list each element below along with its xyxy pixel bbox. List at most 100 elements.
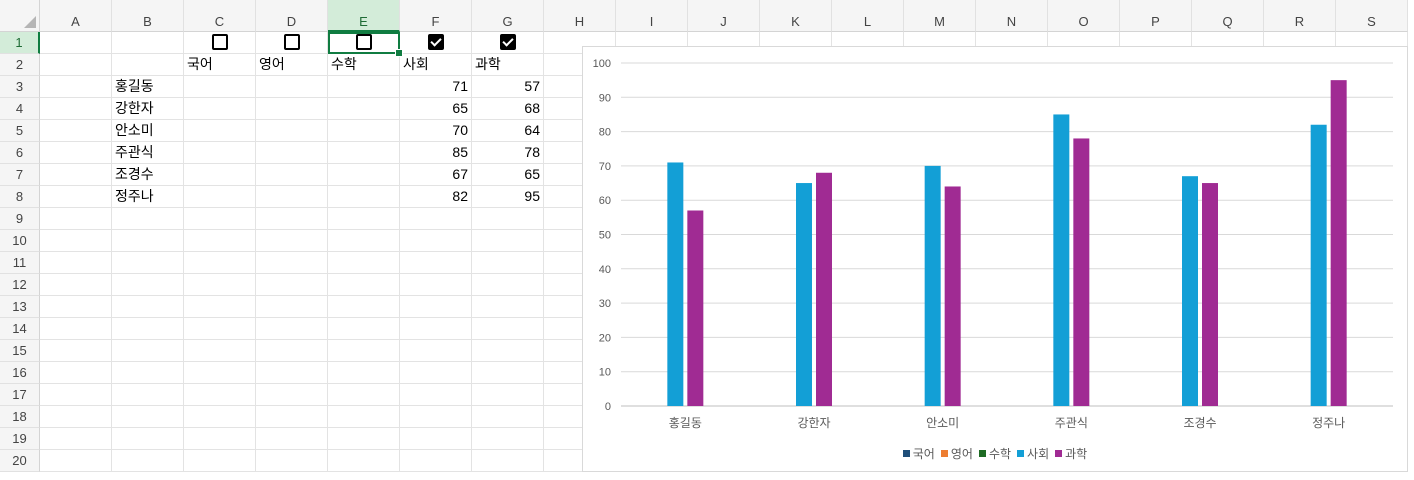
column-header-j[interactable]: J — [688, 0, 760, 32]
cell-c13[interactable] — [184, 296, 256, 318]
cell-a3[interactable] — [40, 76, 112, 98]
cell-c14[interactable] — [184, 318, 256, 340]
cell-b3[interactable]: 홍길동 — [112, 76, 184, 98]
column-header-m[interactable]: M — [904, 0, 976, 32]
row-header-12[interactable]: 12 — [0, 274, 40, 296]
header-cell-c2[interactable]: 국어 — [184, 54, 256, 76]
cell-f14[interactable] — [400, 318, 472, 340]
column-header-p[interactable]: P — [1120, 0, 1192, 32]
cell-d11[interactable] — [256, 252, 328, 274]
cell-c19[interactable] — [184, 428, 256, 450]
cell-f18[interactable] — [400, 406, 472, 428]
cell-b14[interactable] — [112, 318, 184, 340]
cell-b11[interactable] — [112, 252, 184, 274]
cell-e16[interactable] — [328, 362, 400, 384]
cell-e8[interactable] — [328, 186, 400, 208]
cell-d8[interactable] — [256, 186, 328, 208]
cell-e5[interactable] — [328, 120, 400, 142]
cell-g10[interactable] — [472, 230, 544, 252]
cell-b2[interactable] — [112, 54, 184, 76]
cell-a10[interactable] — [40, 230, 112, 252]
row-header-2[interactable]: 2 — [0, 54, 40, 76]
cell-f7[interactable]: 67 — [400, 164, 472, 186]
row-header-4[interactable]: 4 — [0, 98, 40, 120]
row-header-19[interactable]: 19 — [0, 428, 40, 450]
cell-g13[interactable] — [472, 296, 544, 318]
cell-d14[interactable] — [256, 318, 328, 340]
legend-item-4[interactable]: 과학 — [1055, 445, 1087, 462]
cell-g9[interactable] — [472, 208, 544, 230]
cell-c18[interactable] — [184, 406, 256, 428]
legend-item-1[interactable]: 영어 — [940, 445, 973, 462]
cell-d5[interactable] — [256, 120, 328, 142]
row-header-16[interactable]: 16 — [0, 362, 40, 384]
cell-g14[interactable] — [472, 318, 544, 340]
row-header-11[interactable]: 11 — [0, 252, 40, 274]
cell-b16[interactable] — [112, 362, 184, 384]
cell-c6[interactable] — [184, 142, 256, 164]
cell-e9[interactable] — [328, 208, 400, 230]
cell-d18[interactable] — [256, 406, 328, 428]
cell-b19[interactable] — [112, 428, 184, 450]
row-header-1[interactable]: 1 — [0, 32, 40, 54]
cell-c12[interactable] — [184, 274, 256, 296]
row-header-14[interactable]: 14 — [0, 318, 40, 340]
cell-g18[interactable] — [472, 406, 544, 428]
column-header-a[interactable]: A — [40, 0, 112, 32]
cell-g20[interactable] — [472, 450, 544, 472]
checkbox-d1[interactable] — [283, 33, 300, 50]
cell-e12[interactable] — [328, 274, 400, 296]
column-header-l[interactable]: L — [832, 0, 904, 32]
cell-b8[interactable]: 정주나 — [112, 186, 184, 208]
cell-e7[interactable] — [328, 164, 400, 186]
cell-e1[interactable] — [328, 32, 403, 57]
bar-chart[interactable]: 0 10 20 30 40 50 60 70 80 90 100 홍길동 강한자 안소미 주관식 조경수 정주나… — [582, 46, 1408, 472]
cell-f12[interactable] — [400, 274, 472, 296]
cell-c11[interactable] — [184, 252, 256, 274]
cell-b13[interactable] — [112, 296, 184, 318]
cell-g4[interactable]: 68 — [472, 98, 544, 120]
cell-b1[interactable] — [112, 32, 184, 54]
cell-e14[interactable] — [328, 318, 400, 340]
header-cell-f2[interactable]: 사회 — [400, 54, 472, 76]
column-header-r[interactable]: R — [1264, 0, 1336, 32]
checkbox-f1[interactable] — [427, 33, 444, 50]
cell-a16[interactable] — [40, 362, 112, 384]
cell-a5[interactable] — [40, 120, 112, 142]
cell-a4[interactable] — [40, 98, 112, 120]
cell-b20[interactable] — [112, 450, 184, 472]
cell-b18[interactable] — [112, 406, 184, 428]
row-header-18[interactable]: 18 — [0, 406, 40, 428]
cell-f3[interactable]: 71 — [400, 76, 472, 98]
cell-a11[interactable] — [40, 252, 112, 274]
cell-e20[interactable] — [328, 450, 400, 472]
checkbox-e1[interactable] — [355, 33, 372, 50]
header-cell-g2[interactable]: 과학 — [472, 54, 544, 76]
cell-a14[interactable] — [40, 318, 112, 340]
fill-handle[interactable] — [395, 49, 403, 57]
cell-a8[interactable] — [40, 186, 112, 208]
cell-f10[interactable] — [400, 230, 472, 252]
cell-e15[interactable] — [328, 340, 400, 362]
cell-a20[interactable] — [40, 450, 112, 472]
cell-b7[interactable]: 조경수 — [112, 164, 184, 186]
cell-e19[interactable] — [328, 428, 400, 450]
cell-c20[interactable] — [184, 450, 256, 472]
cell-a15[interactable] — [40, 340, 112, 362]
cell-e3[interactable] — [328, 76, 400, 98]
cell-b10[interactable] — [112, 230, 184, 252]
cell-g3[interactable]: 57 — [472, 76, 544, 98]
cell-f4[interactable]: 65 — [400, 98, 472, 120]
cell-g15[interactable] — [472, 340, 544, 362]
cell-f9[interactable] — [400, 208, 472, 230]
row-header-15[interactable]: 15 — [0, 340, 40, 362]
cell-b15[interactable] — [112, 340, 184, 362]
cell-b4[interactable]: 강한자 — [112, 98, 184, 120]
column-header-o[interactable]: O — [1048, 0, 1120, 32]
cell-c7[interactable] — [184, 164, 256, 186]
cell-e13[interactable] — [328, 296, 400, 318]
cell-f13[interactable] — [400, 296, 472, 318]
cell-c17[interactable] — [184, 384, 256, 406]
cell-g16[interactable] — [472, 362, 544, 384]
legend-item-0[interactable]: 국어 — [902, 445, 935, 462]
